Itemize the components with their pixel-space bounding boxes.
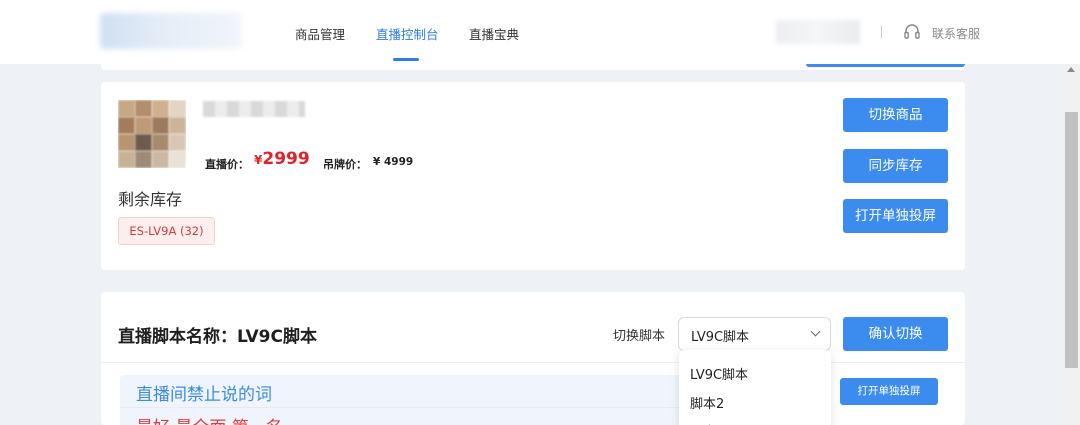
banned-word-item: 最好 最全面 第一名 xyxy=(136,413,283,425)
script-card: 直播脚本名称：LV9C脚本 切换脚本 LV9C脚本 确认切换 直播间禁止说的词 … xyxy=(101,292,965,425)
tag-price-label: 吊牌价： xyxy=(323,158,367,171)
nav-item-live-guide[interactable]: 直播宝典 xyxy=(469,24,519,43)
script-dropdown-menu: LV9C脚本 脚本2 脚本 xyxy=(679,350,831,425)
script-title: 直播脚本名称：LV9C脚本 xyxy=(118,327,317,347)
open-screen-button[interactable]: 打开单独投屏 xyxy=(843,199,948,233)
previous-card-button-edge xyxy=(806,64,965,67)
script-select-value: LV9C脚本 xyxy=(691,330,750,345)
top-nav-bar: 商品管理 直播控制台 直播宝典 联系客服 xyxy=(0,0,1080,64)
scroll-thumb[interactable] xyxy=(1065,112,1078,368)
active-tab-indicator xyxy=(393,58,419,61)
contact-support-link[interactable]: 联系客服 xyxy=(932,25,980,42)
nav-divider xyxy=(881,26,882,38)
switch-script-label: 切换脚本 xyxy=(613,329,666,344)
dropdown-option-script3[interactable]: 脚本 xyxy=(690,421,716,425)
product-title xyxy=(203,101,305,117)
nav-item-live-console[interactable]: 直播控制台 xyxy=(376,24,439,43)
scroll-up-icon[interactable] xyxy=(1067,67,1075,72)
nav-item-product-management[interactable]: 商品管理 xyxy=(295,24,345,43)
stock-sku-badge[interactable]: ES-LV9A (32) xyxy=(118,217,215,245)
dropdown-option-script2[interactable]: 脚本2 xyxy=(690,393,724,412)
product-image xyxy=(118,100,186,168)
script-select[interactable]: LV9C脚本 xyxy=(678,317,831,351)
sync-stock-button[interactable]: 同步库存 xyxy=(843,149,948,183)
chevron-down-icon xyxy=(810,326,821,337)
brand-logo[interactable] xyxy=(100,13,242,49)
confirm-switch-button[interactable]: 确认切换 xyxy=(843,317,948,351)
product-card: 直播价： ¥2999 吊牌价： ¥ 4999 剩余库存 ES-LV9A (32)… xyxy=(101,82,965,270)
vertical-scrollbar[interactable] xyxy=(1063,64,1080,425)
user-account[interactable] xyxy=(776,20,860,44)
headset-icon[interactable] xyxy=(903,23,921,41)
section-divider xyxy=(101,362,965,363)
open-screen-small-button[interactable]: 打开单独投屏 xyxy=(840,378,938,405)
live-price: ¥2999 xyxy=(254,149,310,169)
live-price-value: 2999 xyxy=(262,149,310,169)
banned-words-title: 直播间禁止说的词 xyxy=(136,385,272,405)
dropdown-option-lv9c[interactable]: LV9C脚本 xyxy=(690,364,748,383)
live-price-label: 直播价： xyxy=(205,158,249,171)
switch-product-button[interactable]: 切换商品 xyxy=(843,98,948,132)
tag-price-value: ¥ 4999 xyxy=(373,156,414,168)
remaining-stock-label: 剩余库存 xyxy=(118,190,183,209)
